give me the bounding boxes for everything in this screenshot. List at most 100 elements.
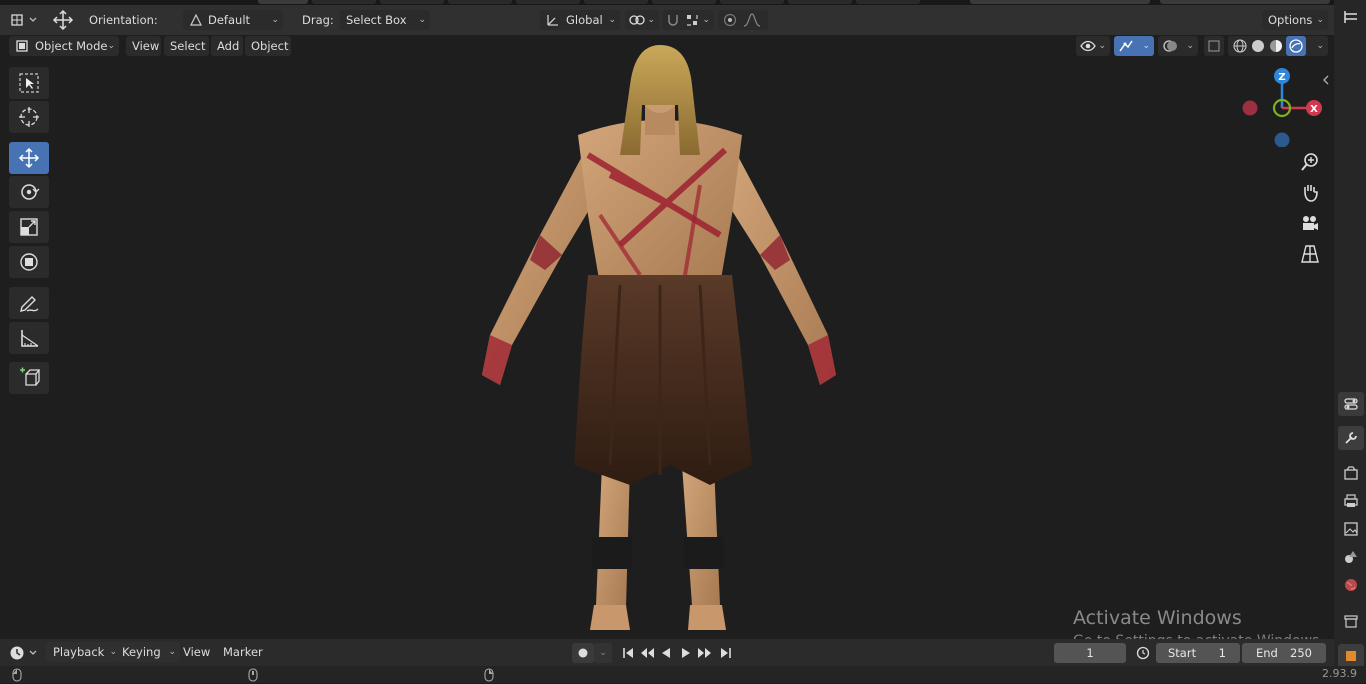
overlays-toggle[interactable]: ⌄: [1158, 36, 1198, 56]
scene-field[interactable]: [970, 0, 1150, 4]
wireframe-shading-icon[interactable]: [1232, 38, 1248, 54]
transform-orientation-dropdown[interactable]: Global ⌄: [540, 10, 620, 30]
scale-tool[interactable]: [9, 211, 49, 243]
select-box-tool[interactable]: [9, 67, 49, 99]
view-layer-field[interactable]: [1160, 0, 1330, 4]
jump-keyframe-back-icon[interactable]: [638, 645, 656, 661]
move-tool-icon[interactable]: [48, 8, 78, 32]
tool-tab[interactable]: [1338, 426, 1364, 450]
ortho-grid-icon[interactable]: [1297, 241, 1323, 267]
orientation-dropdown[interactable]: Default ⌄: [183, 10, 283, 30]
jump-keyframe-forward-icon[interactable]: [696, 645, 714, 661]
end-frame-field[interactable]: End 250: [1242, 643, 1326, 663]
current-frame-field[interactable]: 1: [1054, 643, 1126, 663]
options-dropdown[interactable]: Options ⌄: [1262, 10, 1328, 30]
timeline-editor-type-button[interactable]: [8, 642, 40, 663]
object-mode-dropdown[interactable]: Object Mode ⌄: [9, 36, 119, 56]
proportional-editing-controls[interactable]: [718, 10, 768, 30]
start-frame-field[interactable]: Start 1: [1156, 643, 1240, 663]
properties-tab-bar: [1334, 0, 1366, 683]
rendered-shading-icon[interactable]: [1286, 36, 1306, 56]
workspace-tab[interactable]: [788, 0, 852, 4]
render-tab[interactable]: [1338, 462, 1364, 484]
editor-type-button[interactable]: [8, 9, 40, 31]
scene-tab[interactable]: [1338, 546, 1364, 568]
workspace-tab[interactable]: [380, 0, 444, 4]
rotate-tool[interactable]: [9, 176, 49, 208]
add-cube-icon: [20, 367, 40, 386]
object-square-icon: [1346, 651, 1356, 661]
keying-set-dropdown[interactable]: ⌄: [594, 643, 612, 663]
material-preview-icon[interactable]: [1268, 38, 1284, 54]
sidebar-toggle-icon[interactable]: [1316, 67, 1336, 93]
shading-modes[interactable]: ⌄: [1228, 36, 1328, 56]
workspace-tab[interactable]: [516, 0, 580, 4]
collection-tab[interactable]: [1338, 610, 1364, 632]
world-tab[interactable]: [1338, 574, 1364, 596]
xray-toggle[interactable]: [1204, 36, 1224, 56]
gizmo-neg-x[interactable]: [1242, 100, 1258, 116]
workspace-tab[interactable]: [448, 0, 512, 4]
object-menu[interactable]: Object: [245, 36, 291, 56]
outliner-icon[interactable]: [1342, 8, 1360, 26]
record-button[interactable]: [572, 643, 594, 663]
view-layer-tab[interactable]: [1338, 518, 1364, 540]
pivot-icon: [628, 12, 646, 28]
output-tab[interactable]: [1338, 490, 1364, 512]
workspace-tab[interactable]: [652, 0, 716, 4]
solid-shading-icon[interactable]: [1250, 38, 1266, 54]
visibility-dropdown[interactable]: ⌄: [1076, 36, 1110, 56]
jump-end-icon[interactable]: [718, 645, 734, 661]
add-menu[interactable]: Add: [211, 36, 243, 56]
workspace-tab[interactable]: [856, 0, 920, 4]
measure-tool[interactable]: [9, 322, 49, 354]
workspace-tab[interactable]: [258, 0, 308, 4]
play-icon[interactable]: [678, 645, 694, 661]
chevron-down-icon: ⌄: [1316, 41, 1324, 51]
workspace-tab[interactable]: [584, 0, 648, 4]
stopwatch-icon: [1136, 646, 1150, 660]
pivot-point-dropdown[interactable]: ⌄: [625, 10, 659, 30]
workspace-tab[interactable]: [720, 0, 784, 4]
move-arrows-icon: [18, 147, 40, 169]
3d-viewport[interactable]: Object Mode ⌄ View Select Add Object ⌄ ⌄…: [0, 35, 1336, 649]
camera-icon[interactable]: [1297, 210, 1323, 236]
end-value: 250: [1290, 646, 1312, 660]
navigation-gizmo[interactable]: Z X: [1236, 65, 1328, 147]
marker-menu[interactable]: Marker: [223, 642, 263, 662]
keying-menu[interactable]: Keying ⌄: [116, 642, 180, 662]
preview-range-toggle[interactable]: [1132, 643, 1154, 663]
timeline-view-menu[interactable]: View: [183, 642, 210, 662]
overlays-icon: [1161, 38, 1179, 54]
transform-tool[interactable]: [9, 246, 49, 278]
playback-controls[interactable]: [616, 643, 738, 663]
tool-settings-tab[interactable]: [1338, 392, 1364, 416]
cursor-tool[interactable]: [9, 101, 49, 133]
status-bar: 2.93.9: [0, 666, 1366, 683]
xray-icon: [1206, 38, 1222, 54]
snap-controls[interactable]: ⌄: [662, 10, 714, 30]
gizmo-neg-z[interactable]: [1274, 132, 1290, 148]
annotate-tool[interactable]: [9, 287, 49, 319]
object-mode-icon: [14, 38, 30, 54]
play-reverse-icon[interactable]: [658, 645, 674, 661]
gizmo-toggle[interactable]: ⌄: [1114, 36, 1154, 56]
move-tool[interactable]: [9, 142, 49, 174]
add-cube-tool[interactable]: [9, 362, 49, 394]
playback-menu[interactable]: Playback ⌄: [46, 642, 121, 662]
view-menu[interactable]: View: [126, 36, 161, 56]
character-model[interactable]: [470, 45, 850, 637]
gizmo-icon: [1117, 38, 1135, 54]
select-menu[interactable]: Select: [164, 36, 209, 56]
clock-icon: [10, 646, 37, 659]
box-icon: [1344, 615, 1358, 628]
workspace-tab[interactable]: [312, 0, 376, 4]
pan-hand-icon[interactable]: [1297, 179, 1323, 205]
scale-icon: [20, 218, 38, 236]
chevron-down-icon: ⌄: [107, 41, 115, 51]
drag-dropdown[interactable]: Select Box ⌄: [340, 10, 430, 30]
falloff-curve-icon: [742, 12, 762, 28]
chevron-down-icon: ⌄: [702, 15, 710, 25]
zoom-icon[interactable]: [1297, 149, 1323, 175]
jump-start-icon[interactable]: [620, 645, 636, 661]
